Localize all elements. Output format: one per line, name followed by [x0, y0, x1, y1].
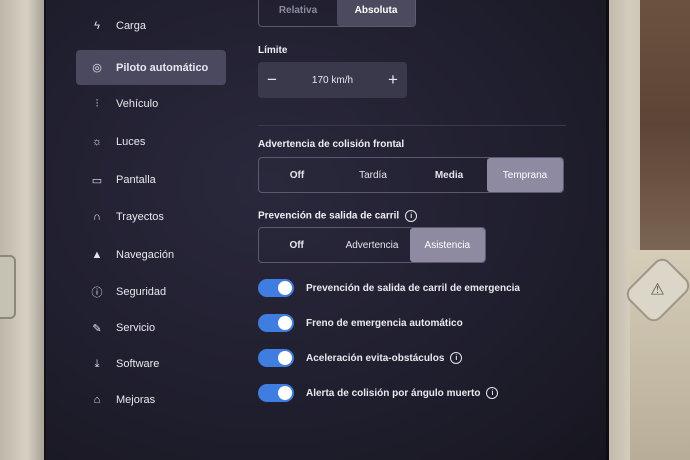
sidebar-item-label: Seguridad	[116, 286, 167, 298]
limit-label: Límite	[258, 45, 288, 56]
sidebar-item-label: Pantalla	[116, 174, 156, 186]
sidebar-item-seguridad[interactable]: ⓘ Seguridad	[76, 275, 228, 309]
bag-icon: ⌂	[93, 394, 101, 406]
toggle-label: Freno de emergencia automático	[306, 317, 463, 329]
sliders-icon: ⫶	[95, 97, 99, 110]
toggle-label: Aceleración evita-obstáculos	[306, 352, 445, 364]
lane-departure-option-advertencia[interactable]: Advertencia	[334, 228, 409, 262]
collision-warning-segmented-control: Off Tardía Media Temprana	[258, 157, 564, 193]
sidebar-item-luces[interactable]: ☼ Luces	[76, 125, 228, 159]
sun-icon: ☼	[91, 136, 103, 148]
collision-warning-option-off[interactable]: Off	[259, 158, 335, 192]
speed-mode-option-relativa[interactable]: Relativa	[259, 0, 337, 26]
wrench-icon: ✎	[92, 322, 102, 335]
sidebar-item-label: Trayectos	[116, 211, 164, 223]
toggle-knob	[278, 351, 292, 365]
route-icon: ∩	[93, 211, 101, 223]
toggle-row-obstacle-acceleration: Aceleración evita-obstáculos i	[258, 349, 463, 367]
sidebar-item-trayectos[interactable]: ∩ Trayectos	[76, 200, 228, 234]
sidebar-item-label: Piloto automático	[116, 61, 209, 74]
obstacle-aware-acceleration-toggle[interactable]	[258, 349, 294, 367]
speed-limit-stepper: − 170 km/h +	[258, 62, 407, 98]
toggle-knob	[278, 386, 292, 400]
sidebar-item-label: Servicio	[116, 322, 156, 334]
collision-warning-option-temprana[interactable]: Temprana	[487, 158, 563, 192]
touchscreen: ϟ Carga ◎ Piloto automático ⫶ Vehículo ☼…	[44, 0, 609, 460]
lane-departure-label-text: Prevención de salida de carril	[258, 210, 400, 222]
collision-warning-label: Advertencia de colisión frontal	[258, 139, 405, 150]
bolt-icon: ϟ	[94, 20, 100, 32]
display-icon: ▭	[91, 174, 103, 187]
speed-mode-segmented-control: Relativa Absoluta	[258, 0, 416, 27]
sidebar-item-mejoras[interactable]: ⌂ Mejoras	[76, 383, 228, 417]
sidebar-item-label: Vehículo	[116, 98, 159, 110]
sidebar-item-servicio[interactable]: ✎ Servicio	[76, 311, 228, 345]
toggle-row-emergency-lane: Prevención de salida de carril de emerge…	[258, 279, 520, 297]
sidebar-item-label: Software	[116, 358, 160, 370]
sidebar-item-piloto-automatico[interactable]: ◎ Piloto automático	[76, 50, 226, 85]
sidebar-item-carga[interactable]: ϟ Carga	[76, 9, 228, 43]
sidebar-item-vehiculo[interactable]: ⫶ Vehículo	[76, 87, 228, 121]
sidebar-item-pantalla[interactable]: ▭ Pantalla	[76, 163, 228, 197]
sidebar-item-label: Luces	[116, 136, 146, 148]
toggle-knob	[278, 281, 292, 295]
wood-trim	[640, 0, 690, 250]
blind-spot-collision-warning-toggle[interactable]	[258, 384, 294, 402]
alert-circle-icon: ⓘ	[91, 287, 103, 299]
sidebar-item-navegacion[interactable]: ▲ Navegación	[76, 238, 228, 272]
lane-departure-option-off[interactable]: Off	[259, 228, 334, 262]
info-icon[interactable]: i	[405, 210, 418, 222]
sidebar-item-label: Carga	[116, 20, 146, 32]
speed-limit-value: 170 km/h	[311, 74, 354, 86]
emergency-lane-departure-toggle[interactable]	[258, 279, 294, 297]
sidebar-item-label: Navegación	[116, 249, 175, 261]
section-divider	[258, 125, 566, 126]
steering-wheel-icon: ◎	[92, 62, 102, 74]
sidebar-item-software[interactable]: ⤓ Software	[76, 347, 228, 381]
navigation-arrow-icon: ▲	[91, 249, 103, 261]
toggle-row-blind-spot: Alerta de colisión por ángulo muerto i	[258, 384, 499, 402]
lane-departure-label: Prevención de salida de carril i	[258, 210, 418, 222]
collision-warning-option-media[interactable]: Media	[411, 158, 487, 192]
info-icon[interactable]: i	[486, 387, 499, 399]
decrease-limit-button[interactable]: −	[258, 70, 286, 90]
toggle-label: Prevención de salida de carril de emerge…	[306, 282, 520, 294]
speed-mode-option-absoluta[interactable]: Absoluta	[337, 0, 415, 26]
lane-departure-segmented-control: Off Advertencia Asistencia	[258, 227, 486, 263]
toggle-label: Alerta de colisión por ángulo muerto	[306, 387, 481, 399]
increase-limit-button[interactable]: +	[379, 70, 407, 90]
download-icon: ⤓	[94, 357, 100, 370]
lane-departure-option-asistencia[interactable]: Asistencia	[409, 228, 485, 262]
toggle-row-emergency-braking: Freno de emergencia automático	[258, 314, 463, 332]
toggle-knob	[278, 316, 292, 330]
info-icon[interactable]: i	[450, 352, 463, 364]
automatic-emergency-braking-toggle[interactable]	[258, 314, 294, 332]
left-hardware-knob	[0, 255, 16, 319]
sidebar-item-label: Mejoras	[116, 394, 156, 406]
collision-warning-option-tardia[interactable]: Tardía	[335, 158, 411, 192]
car-icon: ⚠	[650, 281, 665, 299]
